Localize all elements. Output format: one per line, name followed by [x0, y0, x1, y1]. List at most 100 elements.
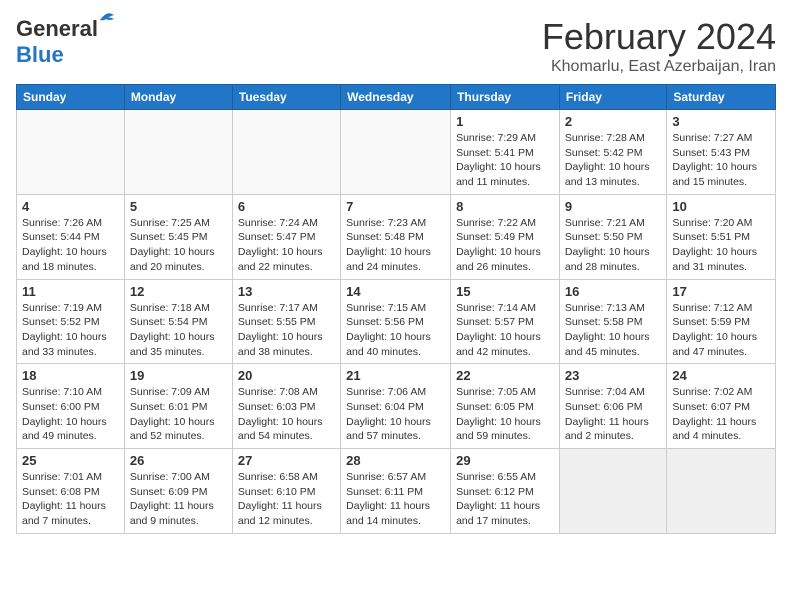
day-number: 3 — [672, 114, 770, 129]
day-info: Sunrise: 7:14 AM Sunset: 5:57 PM Dayligh… — [456, 301, 554, 360]
calendar-cell: 19Sunrise: 7:09 AM Sunset: 6:01 PM Dayli… — [124, 364, 232, 449]
day-info: Sunrise: 7:08 AM Sunset: 6:03 PM Dayligh… — [238, 385, 335, 444]
bird-icon — [96, 12, 116, 28]
day-info: Sunrise: 7:10 AM Sunset: 6:00 PM Dayligh… — [22, 385, 119, 444]
calendar-cell: 18 Sunrise: 7:10 AM Sunset: 6:00 PM Dayli… — [17, 364, 125, 449]
day-info: Sunrise: 7:26 AM Sunset: 5:44 PM Dayligh… — [22, 216, 119, 275]
day-number: 7 — [346, 199, 445, 214]
day-info: Sunrise: 7:12 AM Sunset: 5:59 PM Dayligh… — [672, 301, 770, 360]
day-number: 14 — [346, 284, 445, 299]
day-number: 28 — [346, 453, 445, 468]
weekday-header-sunday: Sunday — [17, 85, 125, 110]
day-number: 10 — [672, 199, 770, 214]
calendar-cell: 16Sunrise: 7:13 AM Sunset: 5:58 PM Dayli… — [559, 279, 666, 364]
calendar-cell: 2 Sunrise: 7:28 AM Sunset: 5:42 PM Daylig… — [559, 110, 666, 195]
week-row-1: 1 Sunrise: 7:29 AM Sunset: 5:41 PM Daylig… — [17, 110, 776, 195]
calendar-cell — [341, 110, 451, 195]
calendar-cell — [667, 449, 776, 534]
calendar-cell: 12 Sunrise: 7:18 AM Sunset: 5:54 PM Dayli… — [124, 279, 232, 364]
weekday-header-friday: Friday — [559, 85, 666, 110]
calendar-cell: 17Sunrise: 7:12 AM Sunset: 5:59 PM Dayli… — [667, 279, 776, 364]
calendar-cell: 28 Sunrise: 6:57 AM Sunset: 6:11 PM Dayli… — [341, 449, 451, 534]
month-title: February 2024 — [542, 16, 776, 58]
day-number: 16 — [565, 284, 661, 299]
weekday-header-row: SundayMondayTuesdayWednesdayThursdayFrid… — [17, 85, 776, 110]
weekday-header-tuesday: Tuesday — [232, 85, 340, 110]
calendar-cell: 26Sunrise: 7:00 AM Sunset: 6:09 PM Dayli… — [124, 449, 232, 534]
calendar-cell: 29 Sunrise: 6:55 AM Sunset: 6:12 PM Dayli… — [451, 449, 560, 534]
weekday-header-wednesday: Wednesday — [341, 85, 451, 110]
logo: General Blue — [16, 16, 98, 68]
weekday-header-thursday: Thursday — [451, 85, 560, 110]
week-row-5: 25 Sunrise: 7:01 AM Sunset: 6:08 PM Dayli… — [17, 449, 776, 534]
day-number: 26 — [130, 453, 227, 468]
day-info: Sunrise: 7:01 AM Sunset: 6:08 PM Dayligh… — [22, 470, 119, 529]
calendar-cell: 22 Sunrise: 7:05 AM Sunset: 6:05 PM Dayli… — [451, 364, 560, 449]
calendar-cell — [232, 110, 340, 195]
day-number: 23 — [565, 368, 661, 383]
day-info: Sunrise: 7:18 AM Sunset: 5:54 PM Dayligh… — [130, 301, 227, 360]
calendar-cell — [559, 449, 666, 534]
day-number: 22 — [456, 368, 554, 383]
calendar-cell: 14 Sunrise: 7:15 AM Sunset: 5:56 PM Dayli… — [341, 279, 451, 364]
calendar-cell — [124, 110, 232, 195]
week-row-3: 11Sunrise: 7:19 AM Sunset: 5:52 PM Dayli… — [17, 279, 776, 364]
calendar-cell: 5 Sunrise: 7:25 AM Sunset: 5:45 PM Daylig… — [124, 194, 232, 279]
calendar-cell — [17, 110, 125, 195]
calendar-cell: 24Sunrise: 7:02 AM Sunset: 6:07 PM Dayli… — [667, 364, 776, 449]
weekday-header-monday: Monday — [124, 85, 232, 110]
day-number: 21 — [346, 368, 445, 383]
header: General Blue February 2024 Khomarlu, Eas… — [16, 16, 776, 76]
calendar-cell: 9 Sunrise: 7:21 AM Sunset: 5:50 PM Daylig… — [559, 194, 666, 279]
day-number: 20 — [238, 368, 335, 383]
week-row-4: 18 Sunrise: 7:10 AM Sunset: 6:00 PM Dayli… — [17, 364, 776, 449]
day-info: Sunrise: 7:24 AM Sunset: 5:47 PM Dayligh… — [238, 216, 335, 275]
day-number: 18 — [22, 368, 119, 383]
day-number: 11 — [22, 284, 119, 299]
calendar-cell: 6 Sunrise: 7:24 AM Sunset: 5:47 PM Daylig… — [232, 194, 340, 279]
day-number: 4 — [22, 199, 119, 214]
day-number: 1 — [456, 114, 554, 129]
day-number: 2 — [565, 114, 661, 129]
day-number: 25 — [22, 453, 119, 468]
day-info: Sunrise: 7:22 AM Sunset: 5:49 PM Dayligh… — [456, 216, 554, 275]
day-number: 19 — [130, 368, 227, 383]
day-number: 5 — [130, 199, 227, 214]
calendar-cell: 1 Sunrise: 7:29 AM Sunset: 5:41 PM Daylig… — [451, 110, 560, 195]
calendar-cell: 27Sunrise: 6:58 AM Sunset: 6:10 PM Dayli… — [232, 449, 340, 534]
day-info: Sunrise: 6:55 AM Sunset: 6:12 PM Dayligh… — [456, 470, 554, 529]
calendar-cell: 20 Sunrise: 7:08 AM Sunset: 6:03 PM Dayli… — [232, 364, 340, 449]
day-number: 12 — [130, 284, 227, 299]
day-number: 9 — [565, 199, 661, 214]
day-info: Sunrise: 7:05 AM Sunset: 6:05 PM Dayligh… — [456, 385, 554, 444]
day-number: 27 — [238, 453, 335, 468]
calendar-cell: 11Sunrise: 7:19 AM Sunset: 5:52 PM Dayli… — [17, 279, 125, 364]
calendar-table: SundayMondayTuesdayWednesdayThursdayFrid… — [16, 84, 776, 534]
logo-general: General — [16, 16, 98, 41]
day-info: Sunrise: 7:15 AM Sunset: 5:56 PM Dayligh… — [346, 301, 445, 360]
title-area: February 2024 Khomarlu, East Azerbaijan,… — [542, 16, 776, 76]
day-info: Sunrise: 7:25 AM Sunset: 5:45 PM Dayligh… — [130, 216, 227, 275]
day-number: 15 — [456, 284, 554, 299]
calendar-cell: 4 Sunrise: 7:26 AM Sunset: 5:44 PM Daylig… — [17, 194, 125, 279]
calendar-cell: 8Sunrise: 7:22 AM Sunset: 5:49 PM Daylig… — [451, 194, 560, 279]
day-info: Sunrise: 7:20 AM Sunset: 5:51 PM Dayligh… — [672, 216, 770, 275]
day-number: 13 — [238, 284, 335, 299]
day-info: Sunrise: 7:29 AM Sunset: 5:41 PM Dayligh… — [456, 131, 554, 190]
day-info: Sunrise: 7:28 AM Sunset: 5:42 PM Dayligh… — [565, 131, 661, 190]
calendar-cell: 10 Sunrise: 7:20 AM Sunset: 5:51 PM Dayli… — [667, 194, 776, 279]
day-info: Sunrise: 6:57 AM Sunset: 6:11 PM Dayligh… — [346, 470, 445, 529]
day-number: 6 — [238, 199, 335, 214]
calendar-cell: 23 Sunrise: 7:04 AM Sunset: 6:06 PM Dayli… — [559, 364, 666, 449]
week-row-2: 4 Sunrise: 7:26 AM Sunset: 5:44 PM Daylig… — [17, 194, 776, 279]
location-title: Khomarlu, East Azerbaijan, Iran — [542, 58, 776, 76]
day-info: Sunrise: 7:21 AM Sunset: 5:50 PM Dayligh… — [565, 216, 661, 275]
day-info: Sunrise: 7:06 AM Sunset: 6:04 PM Dayligh… — [346, 385, 445, 444]
calendar-cell: 3Sunrise: 7:27 AM Sunset: 5:43 PM Daylig… — [667, 110, 776, 195]
day-info: Sunrise: 7:04 AM Sunset: 6:06 PM Dayligh… — [565, 385, 661, 444]
calendar-cell: 7 Sunrise: 7:23 AM Sunset: 5:48 PM Daylig… — [341, 194, 451, 279]
day-info: Sunrise: 7:23 AM Sunset: 5:48 PM Dayligh… — [346, 216, 445, 275]
calendar-cell: 15 Sunrise: 7:14 AM Sunset: 5:57 PM Dayli… — [451, 279, 560, 364]
day-number: 29 — [456, 453, 554, 468]
calendar-cell: 13Sunrise: 7:17 AM Sunset: 5:55 PM Dayli… — [232, 279, 340, 364]
